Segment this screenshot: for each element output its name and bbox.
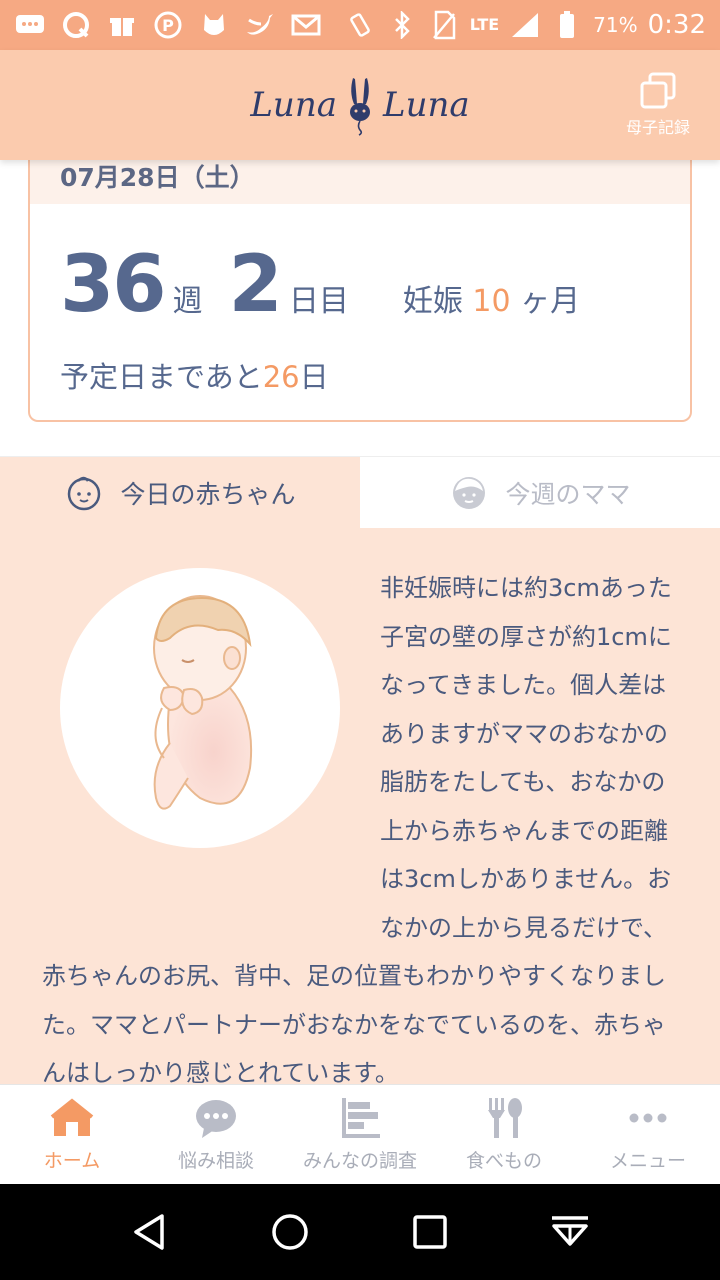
boshi-record-label: 母子記録	[625, 118, 690, 137]
nav-food[interactable]: 食べもの	[432, 1085, 576, 1184]
fork-spoon-icon	[488, 1098, 522, 1138]
nav-menu[interactable]: メニュー	[576, 1085, 720, 1184]
content-tabs: 今日の赤ちゃん 今週のママ	[0, 456, 720, 528]
due-days-value: 26	[262, 360, 300, 394]
pregnancy-prefix: 妊娠	[402, 284, 463, 319]
gift-icon	[106, 9, 138, 41]
hide-nav-icon	[552, 1216, 588, 1246]
q-icon	[60, 9, 92, 41]
boshi-record-button[interactable]: 母子記録	[620, 72, 696, 142]
signal-icon	[509, 9, 541, 41]
illustration-spacer	[42, 564, 380, 904]
cat-icon	[198, 9, 230, 41]
copy-icon	[640, 72, 676, 109]
home-icon	[50, 1098, 94, 1136]
battery-icon	[551, 9, 583, 41]
chat-bubble-icon	[196, 1100, 236, 1138]
nav-consultation-label: 悩み相談	[177, 1150, 254, 1172]
bluetooth-icon	[386, 9, 418, 41]
nav-menu-label: メニュー	[609, 1150, 686, 1172]
system-status: LTE 71% 0:32	[344, 9, 706, 41]
weeks-unit: 週	[172, 284, 203, 319]
twitter-icon	[244, 9, 276, 41]
baby-face-icon	[68, 476, 101, 510]
mail-icon	[290, 9, 322, 41]
bar-chart-icon	[342, 1098, 380, 1138]
pregnancy-suffix: ヶ月	[520, 284, 581, 319]
bunny-icon	[350, 78, 370, 136]
back-button[interactable]	[126, 1208, 174, 1256]
mama-face-icon	[453, 476, 486, 509]
nav-home-label: ホーム	[43, 1150, 101, 1172]
network-type: LTE	[469, 15, 500, 34]
todays-baby-content: 非妊娠時には約3cmあった子宮の壁の厚さが約1cmになってきました。個人差はあり…	[0, 528, 720, 1084]
home-circle-icon	[272, 1214, 308, 1250]
system-navigation-bar	[0, 1184, 720, 1280]
pregnancy-summary-card: 07月28日（土） 36 週 2 日目 妊娠 10 ヶ月 予定日まであと26日	[28, 140, 692, 422]
notification-icons: P	[14, 9, 322, 41]
tab-this-week-mama[interactable]: 今週のママ	[360, 457, 720, 528]
recents-square-icon	[413, 1215, 447, 1249]
more-dots-icon	[629, 1113, 667, 1123]
battery-percent: 71%	[593, 13, 638, 37]
weeks-value: 36	[60, 240, 167, 330]
nav-consultation[interactable]: 悩み相談	[144, 1085, 288, 1184]
due-prefix: 予定日まであと	[60, 360, 263, 394]
lunaluna-logo[interactable]: Luna Luna	[248, 72, 472, 138]
back-triangle-icon	[134, 1214, 164, 1250]
home-button[interactable]	[266, 1208, 314, 1256]
parking-icon: P	[152, 9, 184, 41]
tab-this-week-mama-label: 今週のママ	[505, 479, 631, 509]
days-unit: 日目	[288, 284, 349, 319]
article: 非妊娠時には約3cmあった子宮の壁の厚さが約1cmになってきました。個人差はあり…	[42, 564, 678, 1084]
app-header: Luna Luna 母子記録	[0, 50, 720, 160]
pregnancy-month-value: 10	[472, 284, 511, 319]
days-value: 2	[228, 240, 283, 330]
bottom-navigation: ホーム 悩み相談 みんなの調査 食べもの メニュー	[0, 1084, 720, 1184]
due-suffix: 日	[299, 360, 329, 394]
pregnancy-month: 妊娠 10 ヶ月	[403, 276, 580, 320]
hide-nav-button[interactable]	[546, 1208, 594, 1256]
nav-food-label: 食べもの	[465, 1150, 542, 1172]
svg-text:P: P	[162, 16, 174, 35]
recents-button[interactable]	[406, 1208, 454, 1256]
chat-icon	[14, 9, 46, 41]
vibrate-icon	[344, 9, 376, 41]
clock: 0:32	[647, 10, 706, 40]
tab-todays-baby-label: 今日の赤ちゃん	[120, 479, 296, 509]
logo-text-left: Luna	[250, 85, 337, 125]
status-bar: P LTE 71% 0:32	[0, 0, 720, 50]
due-date-countdown: 予定日まであと26日	[60, 354, 329, 396]
logo-text-right: Luna	[383, 85, 470, 125]
pregnancy-week-row: 36 週 2 日目 妊娠 10 ヶ月	[60, 240, 580, 330]
nav-home[interactable]: ホーム	[0, 1085, 144, 1184]
tab-todays-baby[interactable]: 今日の赤ちゃん	[0, 457, 360, 528]
nav-survey[interactable]: みんなの調査	[288, 1085, 432, 1184]
no-sim-icon	[428, 9, 460, 41]
nav-survey-label: みんなの調査	[302, 1150, 417, 1172]
